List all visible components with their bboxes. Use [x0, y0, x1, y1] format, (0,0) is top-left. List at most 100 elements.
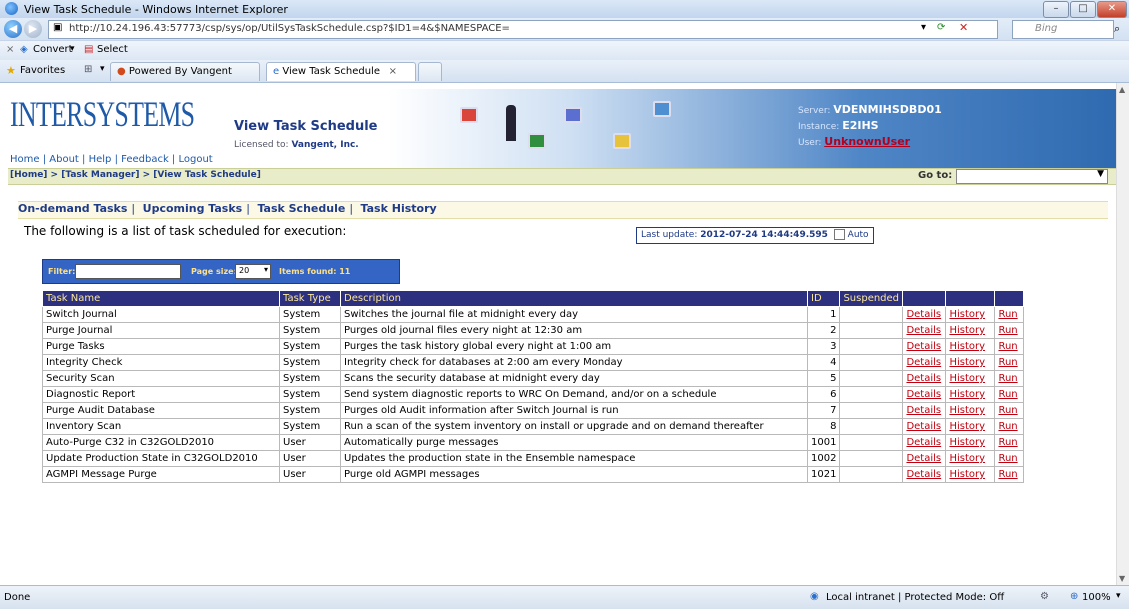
close-tab-icon[interactable]: × — [389, 63, 397, 81]
details-link[interactable]: Details — [902, 402, 947, 419]
zoom-level[interactable]: 100% — [1082, 592, 1111, 603]
convert-dropdown-icon[interactable]: ▾ — [70, 44, 75, 54]
search-input[interactable]: Bing — [1012, 20, 1114, 39]
col-history — [945, 290, 996, 307]
user-link[interactable]: UnknownUser — [824, 135, 910, 148]
task-history-link[interactable]: Task History — [361, 202, 437, 215]
details-link[interactable]: Details — [902, 450, 947, 467]
status-text: Done — [4, 592, 31, 603]
run-link[interactable]: Run — [994, 370, 1025, 387]
id-cell: 3 — [806, 338, 841, 355]
description-cell: Purges the task history global every nig… — [340, 338, 808, 355]
id-cell: 6 — [806, 386, 841, 403]
run-link[interactable]: Run — [994, 306, 1025, 323]
task-schedule-link[interactable]: Task Schedule — [257, 202, 345, 215]
scroll-up-icon[interactable]: ▲ — [1119, 85, 1125, 94]
id-cell: 1021 — [806, 466, 841, 483]
close-window-button[interactable]: ✕ — [1097, 1, 1127, 18]
run-link[interactable]: Run — [994, 338, 1025, 355]
upcoming-tasks-link[interactable]: Upcoming Tasks — [143, 202, 243, 215]
run-link[interactable]: Run — [994, 386, 1025, 403]
page-icon: ▣ — [53, 22, 63, 33]
run-link[interactable]: Run — [994, 434, 1025, 451]
license-info: Licensed to: Vangent, Inc. — [234, 140, 359, 150]
close-toolbar-icon[interactable]: × — [6, 44, 14, 55]
history-link[interactable]: History — [945, 466, 996, 483]
address-bar[interactable]: ▣ http://10.24.196.43:57773/csp/sys/op/U… — [48, 20, 998, 39]
logout-link[interactable]: Logout — [178, 154, 212, 165]
history-link[interactable]: History — [945, 450, 996, 467]
forward-button[interactable]: ▶ — [24, 20, 42, 38]
on-demand-tasks-link[interactable]: On-demand Tasks — [18, 202, 127, 215]
auto-checkbox[interactable] — [833, 229, 845, 240]
run-link[interactable]: Run — [994, 466, 1025, 483]
vertical-scrollbar[interactable]: ▲ ▼ — [1116, 83, 1129, 585]
breadcrumb[interactable]: [Home] > [Task Manager] > [View Task Sch… — [10, 170, 261, 180]
new-tab-button[interactable] — [418, 62, 442, 81]
history-link[interactable]: History — [945, 322, 996, 339]
zoom-dropdown-icon[interactable]: ▾ — [1116, 591, 1121, 601]
col-description[interactable]: Description — [340, 290, 808, 307]
id-cell: 1001 — [806, 434, 841, 451]
intersystems-logo: INTERSYSTEMS — [10, 94, 195, 134]
table-row: Diagnostic Report System Send system dia… — [42, 386, 1025, 403]
details-link[interactable]: Details — [902, 354, 947, 371]
back-button[interactable]: ◀ — [4, 20, 22, 38]
maximize-button[interactable]: □ — [1070, 1, 1096, 18]
details-link[interactable]: Details — [902, 466, 947, 483]
description-cell: Updates the production state in the Ense… — [340, 450, 808, 467]
tab-list-icon[interactable]: ▾ — [100, 64, 105, 74]
home-link[interactable]: Home — [10, 154, 40, 165]
history-link[interactable]: History — [945, 402, 996, 419]
details-link[interactable]: Details — [902, 434, 947, 451]
task-type-cell: System — [279, 370, 341, 387]
favorites-button[interactable]: Favorites — [20, 65, 65, 76]
filter-input[interactable] — [75, 264, 181, 279]
col-suspended[interactable]: Suspended — [839, 290, 904, 307]
scroll-down-icon[interactable]: ▼ — [1119, 574, 1125, 583]
history-link[interactable]: History — [945, 370, 996, 387]
col-task-name[interactable]: Task Name — [42, 290, 280, 307]
table-row: Security Scan System Scans the security … — [42, 370, 1025, 387]
history-link[interactable]: History — [945, 354, 996, 371]
feedback-link[interactable]: Feedback — [121, 154, 169, 165]
goto-select[interactable]: ▼ — [956, 169, 1108, 184]
history-link[interactable]: History — [945, 306, 996, 323]
dropdown-icon[interactable]: ▾ — [921, 22, 926, 33]
details-link[interactable]: Details — [902, 370, 947, 387]
history-link[interactable]: History — [945, 434, 996, 451]
run-link[interactable]: Run — [994, 322, 1025, 339]
security-zone[interactable]: Local intranet | Protected Mode: Off — [826, 592, 1004, 603]
col-id[interactable]: ID — [806, 290, 841, 307]
page-size-select[interactable]: 20 ▾ — [235, 264, 271, 279]
details-link[interactable]: Details — [902, 386, 947, 403]
details-link[interactable]: Details — [902, 322, 947, 339]
tab-powered-by-vangent[interactable]: ● Powered By Vangent — [110, 62, 260, 81]
stop-icon[interactable]: ✕ — [959, 21, 968, 34]
minimize-button[interactable]: – — [1043, 1, 1069, 18]
tab-view-task-schedule[interactable]: e View Task Schedule × — [266, 62, 416, 81]
history-link[interactable]: History — [945, 338, 996, 355]
run-link[interactable]: Run — [994, 354, 1025, 371]
col-task-type[interactable]: Task Type — [279, 290, 341, 307]
protected-mode-icon[interactable]: ⚙ — [1040, 591, 1049, 602]
help-link[interactable]: Help — [89, 154, 112, 165]
vangent-icon: ● — [117, 66, 126, 77]
details-link[interactable]: Details — [902, 418, 947, 435]
history-link[interactable]: History — [945, 386, 996, 403]
quick-tabs-icon[interactable]: ⊞ — [84, 64, 92, 75]
details-link[interactable]: Details — [902, 338, 947, 355]
task-name-cell: Purge Tasks — [42, 338, 280, 355]
about-link[interactable]: About — [49, 154, 79, 165]
col-run — [994, 290, 1025, 307]
select-button[interactable]: Select — [97, 44, 128, 55]
run-link[interactable]: Run — [994, 418, 1025, 435]
search-icon[interactable]: ⌕ — [1114, 22, 1120, 36]
suspended-cell — [839, 338, 904, 355]
run-link[interactable]: Run — [994, 402, 1025, 419]
refresh-icon[interactable]: ⟳ — [937, 22, 945, 33]
convert-button[interactable]: Convert — [33, 44, 73, 55]
run-link[interactable]: Run — [994, 450, 1025, 467]
details-link[interactable]: Details — [902, 306, 947, 323]
history-link[interactable]: History — [945, 418, 996, 435]
